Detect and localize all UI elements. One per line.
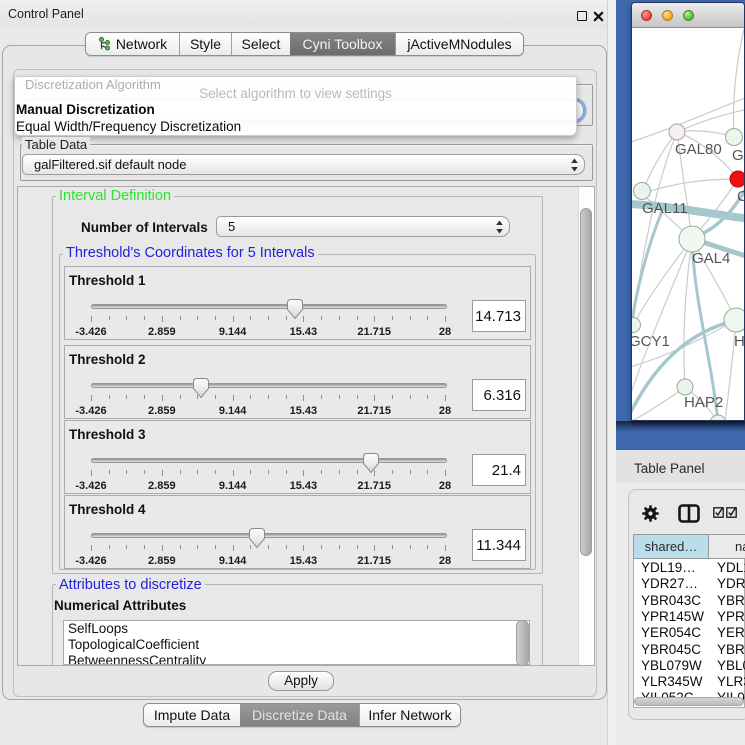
svg-text:GAL4: GAL4 [692, 250, 730, 267]
svg-text:C: C [737, 188, 745, 205]
svg-text:H: H [734, 333, 745, 350]
svg-text:GCY1: GCY1 [632, 333, 670, 350]
svg-text:GAL11: GAL11 [642, 200, 688, 217]
svg-text:GA: GA [732, 147, 745, 164]
svg-text:HAP2: HAP2 [684, 394, 723, 411]
svg-text:GAL80: GAL80 [675, 141, 722, 158]
